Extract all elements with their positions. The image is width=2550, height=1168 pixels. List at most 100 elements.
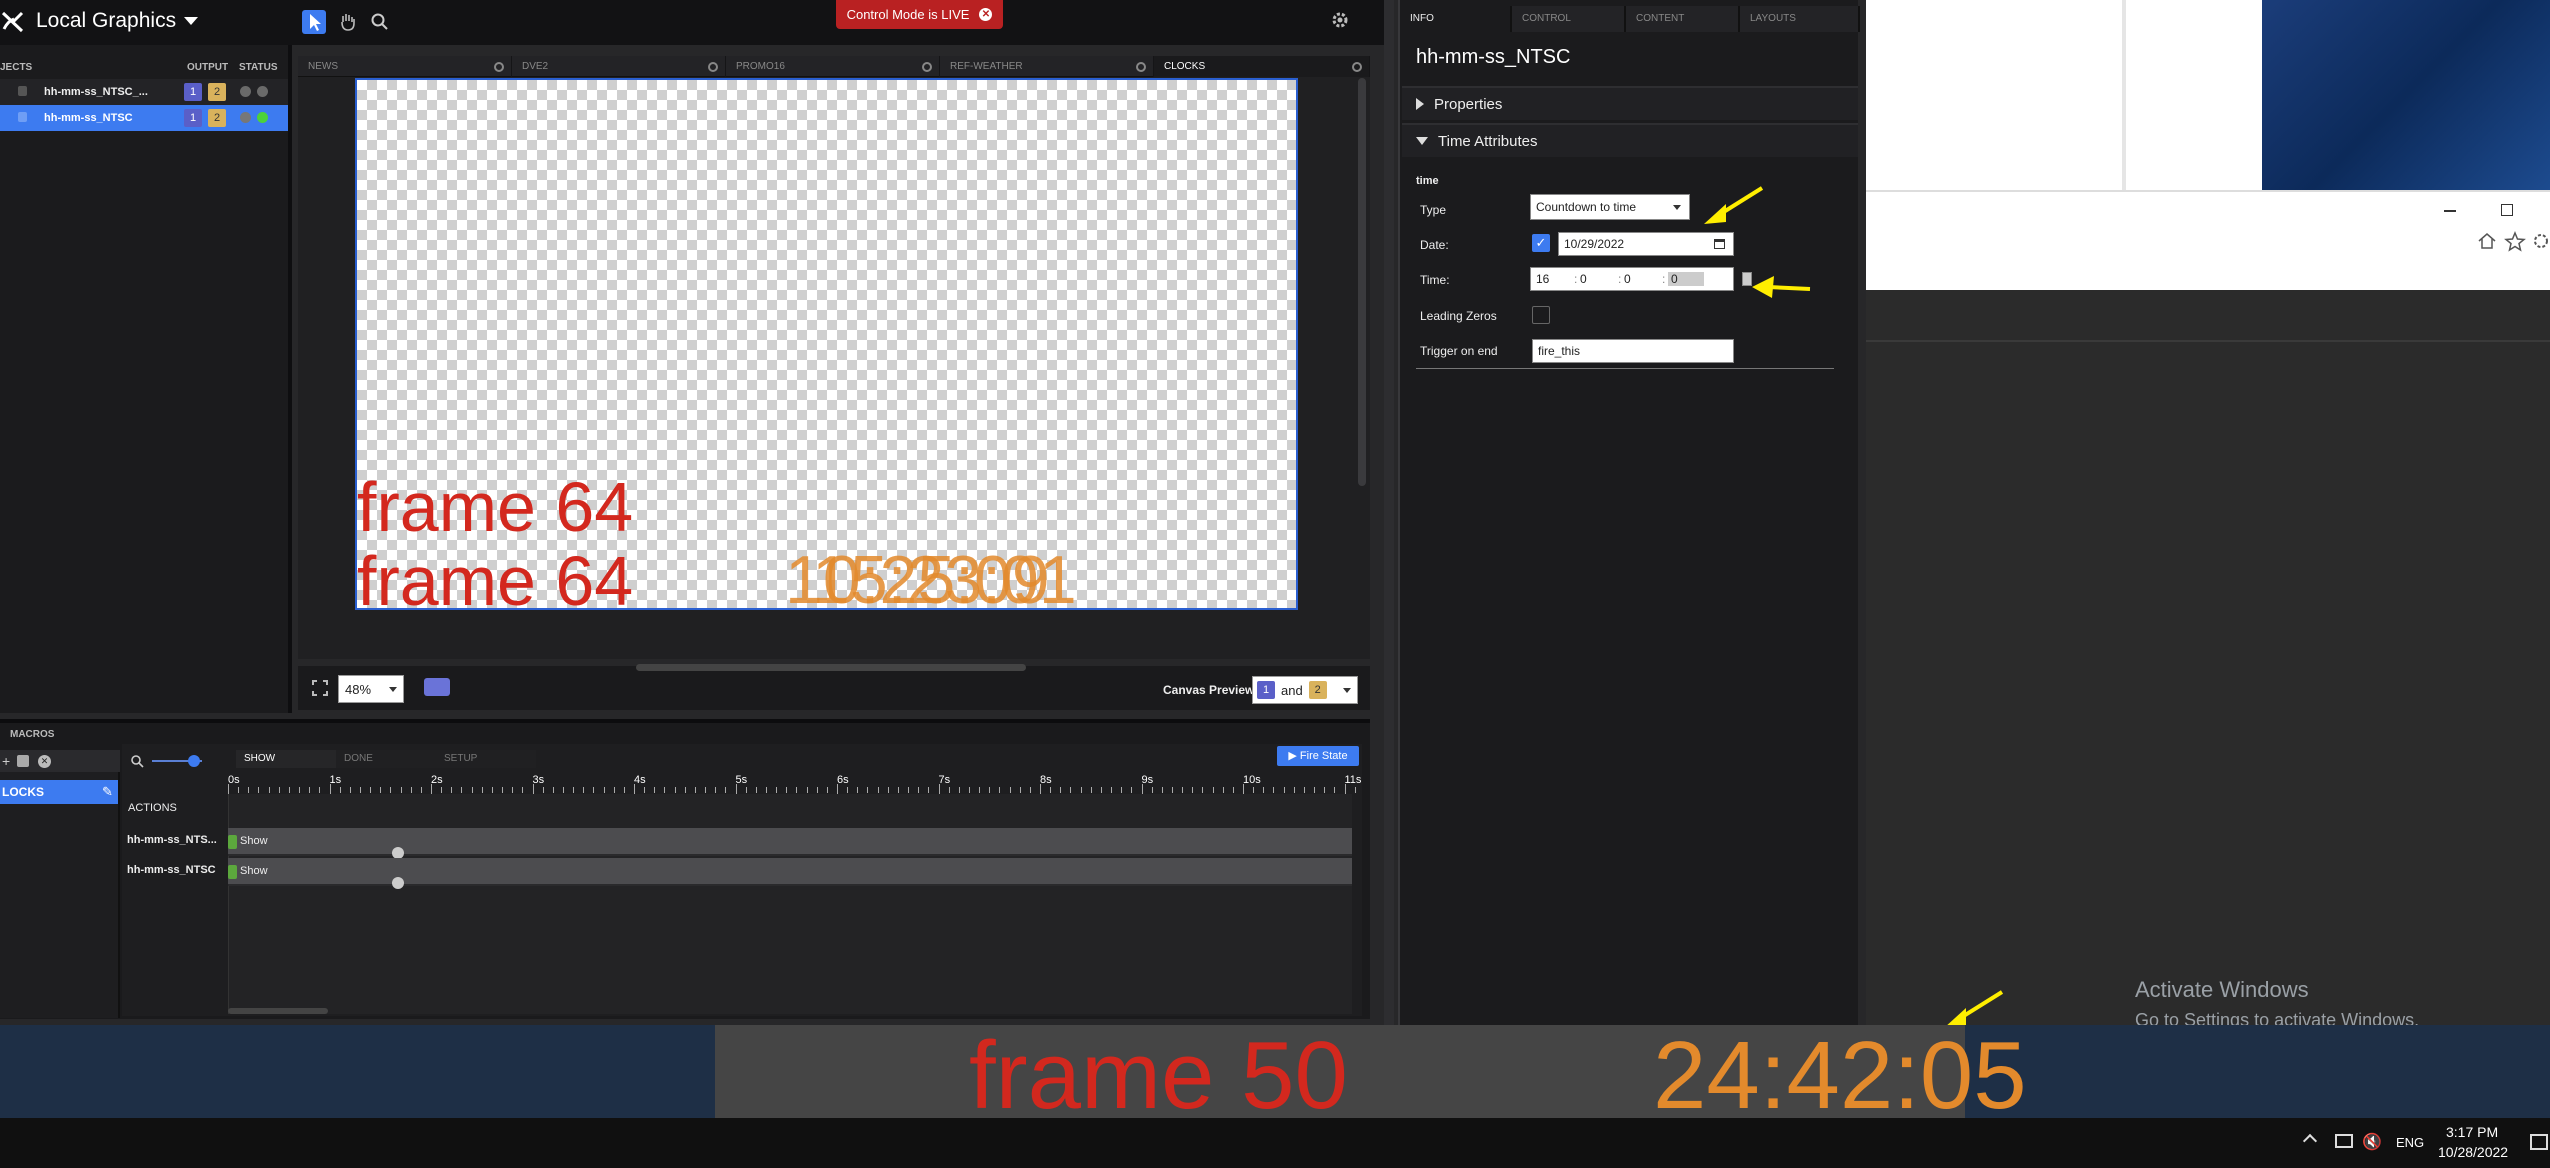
keyframe-start-icon[interactable]	[228, 835, 237, 849]
tab-content[interactable]: CONTENT	[1626, 6, 1740, 32]
horizontal-scrollbar[interactable]	[636, 664, 1026, 671]
timeline-row[interactable]: Show	[228, 858, 1352, 889]
tab-gear-icon[interactable]	[708, 62, 718, 72]
ruler-tick-mark	[887, 787, 889, 793]
ruler-tick-mark	[654, 787, 656, 793]
output-badge-1[interactable]: 1	[184, 109, 202, 127]
settings-gear-icon[interactable]	[1328, 8, 1352, 32]
tab-done[interactable]: DONE	[336, 750, 436, 768]
canvas-tabs: NEWS DVE2 PROMO16 REF-WEATHER CLOCKS	[298, 56, 1370, 77]
zoom-search-icon[interactable]	[370, 12, 390, 32]
tab-ref-weather[interactable]: REF-WEATHER	[940, 56, 1154, 77]
tab-control[interactable]: CONTROL	[1512, 6, 1626, 32]
zoom-select[interactable]: 48%	[338, 675, 404, 703]
maximize-icon[interactable]	[2501, 204, 2513, 216]
lock-icon[interactable]	[18, 112, 27, 122]
output-preview: frame 50 24:42:05	[715, 1022, 2027, 1129]
tab-gear-icon[interactable]	[1136, 62, 1146, 72]
type-select[interactable]: Countdown to time	[1530, 194, 1690, 220]
minimize-icon[interactable]	[2444, 210, 2456, 212]
tab-info[interactable]: INFO	[1400, 6, 1512, 32]
volume-muted-icon[interactable]: 🔇	[2362, 1132, 2382, 1152]
tab-dve2[interactable]: DVE2	[512, 56, 726, 77]
frame-text-line-2[interactable]: frame 64	[357, 546, 633, 608]
add-macro-icon[interactable]: +	[2, 753, 10, 769]
tab-gear-icon[interactable]	[494, 62, 504, 72]
properties-section-header[interactable]: Properties	[1402, 86, 1858, 120]
time-hours[interactable]: 16	[1536, 272, 1574, 286]
notifications-icon[interactable]	[2530, 1134, 2548, 1150]
favorite-star-icon[interactable]	[2504, 230, 2526, 252]
output-frame-text: frame 50	[969, 1022, 1348, 1129]
canvas-preview[interactable]: frame 64 frame 64 10:25:09 15:23:01	[355, 78, 1298, 610]
ruler-tick-mark	[248, 787, 250, 793]
calendar-icon[interactable]	[1714, 239, 1725, 249]
duplicate-macro-icon[interactable]	[17, 755, 29, 767]
app-title-dropdown[interactable]: Local Graphics	[36, 9, 199, 33]
ruler-tick-mark	[613, 787, 615, 793]
timeline-row[interactable]: Show	[228, 828, 1352, 859]
tab-layouts[interactable]: LAYOUTS	[1740, 6, 1860, 32]
ruler-tick-label: 7s	[938, 774, 951, 786]
fit-screen-icon[interactable]	[312, 680, 328, 696]
tab-label: DVE2	[522, 61, 549, 72]
edit-pencil-icon[interactable]: ✎	[102, 784, 113, 800]
clock-text-b[interactable]: 15:23:01	[812, 546, 1077, 608]
tab-setup[interactable]: SETUP	[436, 750, 536, 768]
tab-promo16[interactable]: PROMO16	[726, 56, 940, 77]
object-row-selected[interactable]: hh-mm-ss_NTSC 1 2	[0, 105, 288, 131]
clock-date[interactable]: 10/28/2022	[2438, 1144, 2508, 1160]
output-badge-1[interactable]: 1	[184, 83, 202, 101]
caret-down-icon	[1416, 137, 1428, 145]
keyframe-start-icon[interactable]	[228, 865, 237, 879]
delete-macro-icon[interactable]: ✕	[38, 755, 51, 768]
status-header: STATUS	[239, 62, 278, 73]
ruler-tick-label: 4s	[634, 774, 646, 786]
panel-splitter[interactable]	[1384, 0, 1394, 1025]
ruler-tick-mark	[1263, 787, 1265, 793]
transparency-toggle-icon[interactable]	[424, 678, 450, 696]
network-icon[interactable]	[2335, 1134, 2353, 1148]
time-frames[interactable]: 0	[1668, 272, 1704, 286]
output-badge-2[interactable]: 2	[208, 109, 226, 127]
time-seconds[interactable]: 0	[1624, 272, 1662, 286]
trigger-on-end-input[interactable]: fire_this	[1532, 339, 1734, 363]
output-badge-2[interactable]: 2	[208, 83, 226, 101]
date-enabled-checkbox[interactable]: ✓	[1532, 234, 1550, 252]
action-row-label: hh-mm-ss_NTS...	[127, 834, 217, 846]
clock-time[interactable]: 3:17 PM	[2446, 1124, 2498, 1140]
language-indicator[interactable]: ENG	[2396, 1135, 2424, 1150]
close-icon[interactable]: ✕	[979, 8, 993, 21]
tab-news[interactable]: NEWS	[298, 56, 512, 77]
ruler-tick-mark	[451, 787, 453, 793]
tab-clocks[interactable]: CLOCKS	[1154, 56, 1370, 77]
slider-handle[interactable]	[188, 755, 200, 767]
date-input[interactable]: 10/29/2022	[1558, 232, 1734, 256]
time-minutes[interactable]: 0	[1580, 272, 1618, 286]
zoom-slider[interactable]	[152, 755, 202, 767]
ruler-tick-mark	[1141, 784, 1143, 794]
keyframe-marker-icon[interactable]	[392, 877, 404, 889]
frame-text-line-1[interactable]: frame 64	[357, 472, 633, 542]
object-row[interactable]: hh-mm-ss_NTSC_... 1 2	[0, 79, 288, 105]
live-mode-banner[interactable]: Control Mode is LIVE ✕	[836, 0, 1003, 29]
tab-gear-icon[interactable]	[1352, 62, 1362, 72]
settings-gear-icon[interactable]	[2530, 230, 2550, 252]
time-attributes-section-header[interactable]: Time Attributes	[1402, 123, 1858, 157]
lock-icon[interactable]	[18, 86, 27, 96]
canvas-preview-select[interactable]: 1 and 2	[1252, 676, 1358, 704]
vertical-scrollbar[interactable]	[1358, 78, 1366, 486]
tab-show[interactable]: SHOW	[236, 750, 336, 768]
tab-gear-icon[interactable]	[922, 62, 932, 72]
show-hidden-icons-chevron-icon[interactable]	[2302, 1133, 2318, 1149]
home-icon[interactable]	[2476, 230, 2498, 252]
pan-hand-icon[interactable]	[336, 10, 360, 34]
leading-zeros-checkbox[interactable]	[1532, 306, 1550, 324]
status-dot	[257, 86, 268, 97]
fire-state-button[interactable]: ▶ Fire State	[1277, 746, 1359, 766]
search-icon[interactable]	[130, 754, 144, 768]
macro-item-selected[interactable]: LOCKS ✎	[0, 780, 118, 804]
select-tool-button[interactable]	[302, 10, 326, 34]
time-input[interactable]: 16 : 0 : 0 : 0	[1530, 267, 1734, 291]
timeline-scrollbar[interactable]	[228, 1008, 328, 1014]
